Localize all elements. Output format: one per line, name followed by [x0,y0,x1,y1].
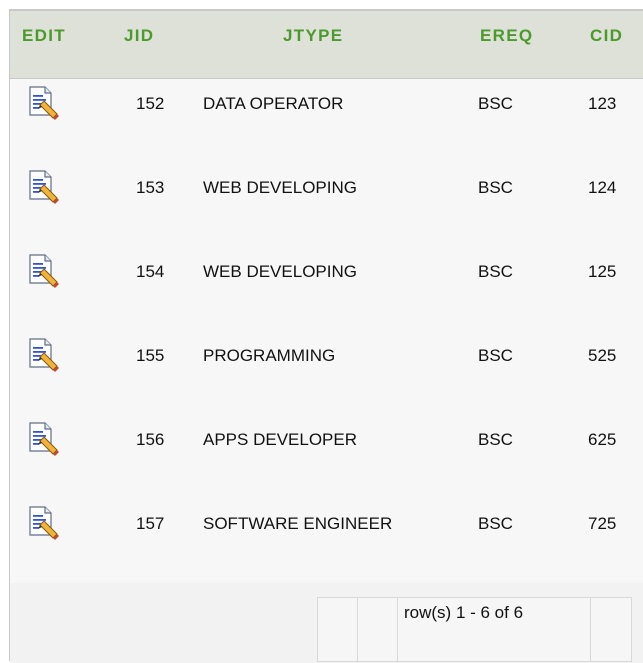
report-region: EDIT JID JTYPE EREQ CID 152 DATA OPERATO… [9,9,643,663]
column-header-ereq[interactable]: EREQ [480,25,533,47]
edit-icon [29,338,59,372]
table-header: EDIT JID JTYPE EREQ CID [10,11,643,79]
cell-ereq: BSC [478,262,513,281]
table-row: 154 WEB DEVELOPING BSC 125 [10,247,643,332]
pagination-label: row(s) 1 - 6 of 6 [404,603,524,622]
cell-jtype: APPS DEVELOPER [203,430,358,449]
cell-cid: 123 [588,94,617,113]
column-header-jid[interactable]: JID [124,25,154,47]
edit-icon [29,86,59,120]
cell-jtype: DATA OPERATOR [203,94,344,113]
edit-icon [29,506,59,540]
pagination-first-cell [317,597,359,662]
edit-icon [29,254,59,288]
table-row: 157 SOFTWARE ENGINEER BSC 725 [10,499,643,584]
cell-ereq: BSC [478,346,513,365]
column-header-jtype[interactable]: JTYPE [283,25,343,47]
report-footer: row(s) 1 - 6 of 6 [10,583,643,663]
pagination-previous-cell [357,597,399,662]
cell-jtype: SOFTWARE ENGINEER [203,514,393,533]
cell-cid: 525 [588,346,617,365]
pagination-info: row(s) 1 - 6 of 6 [397,597,592,662]
cell-cid: 725 [588,514,617,533]
edit-row-button[interactable] [26,421,62,457]
cell-jtype: PROGRAMMING [203,346,336,365]
table-row: 153 WEB DEVELOPING BSC 124 [10,163,643,248]
edit-row-button[interactable] [26,505,62,541]
cell-jid: 155 [136,346,165,365]
column-header-edit[interactable]: EDIT [22,25,66,47]
edit-row-button[interactable] [26,169,62,205]
cell-jid: 153 [136,178,165,197]
edit-row-button[interactable] [26,85,62,121]
edit-row-button[interactable] [26,337,62,373]
table-row: 155 PROGRAMMING BSC 525 [10,331,643,416]
cell-ereq: BSC [478,514,513,533]
cell-jid: 156 [136,430,165,449]
table-row: 152 DATA OPERATOR BSC 123 [10,79,643,164]
cell-jtype: WEB DEVELOPING [203,178,357,197]
column-header-cid[interactable]: CID [590,25,623,47]
cell-cid: 125 [588,262,617,281]
cell-ereq: BSC [478,178,513,197]
cell-jid: 154 [136,262,165,281]
table-row: 156 APPS DEVELOPER BSC 625 [10,415,643,500]
edit-row-button[interactable] [26,253,62,289]
cell-jid: 157 [136,514,165,533]
cell-cid: 625 [588,430,617,449]
cell-ereq: BSC [478,94,513,113]
cell-jid: 152 [136,94,165,113]
cell-jtype: WEB DEVELOPING [203,262,357,281]
cell-ereq: BSC [478,430,513,449]
cell-cid: 124 [588,178,617,197]
pagination-next-cell [590,597,632,662]
edit-icon [29,170,59,204]
edit-icon [29,422,59,456]
